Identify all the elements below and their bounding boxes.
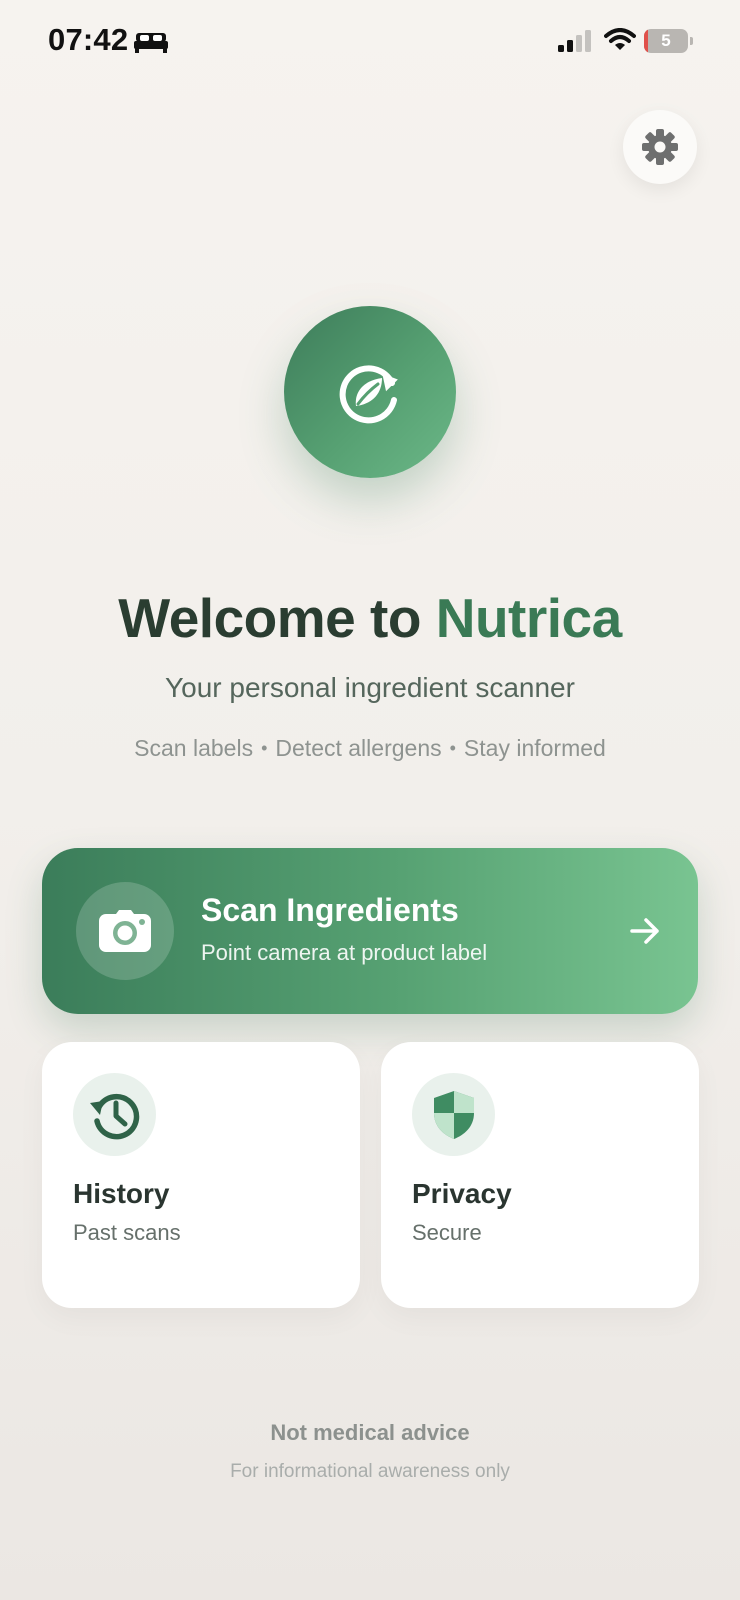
title-prefix: Welcome to [118, 587, 436, 649]
settings-button[interactable] [623, 110, 697, 184]
battery-icon: 5 [644, 29, 694, 53]
history-title: History [73, 1178, 170, 1209]
feature-item: Detect allergens [275, 735, 442, 761]
battery-nub [690, 37, 693, 45]
privacy-title: Privacy [412, 1178, 512, 1209]
privacy-subtitle: Secure [412, 1220, 482, 1245]
cellular-signal-icon [558, 30, 591, 52]
camera-icon [99, 910, 151, 952]
status-bar: 07:42 5 [0, 0, 740, 84]
history-subtitle: Past scans [73, 1220, 181, 1245]
arrow-right-icon [630, 918, 659, 944]
scan-card-subtitle: Point camera at product label [201, 940, 488, 965]
history-icon-badge [73, 1073, 156, 1156]
leaf-refresh-icon [339, 365, 398, 424]
bed-icon [134, 33, 168, 53]
feature-item: Scan labels [134, 735, 254, 761]
battery-percent: 5 [661, 31, 671, 50]
shield-icon [433, 1090, 474, 1139]
privacy-icon-badge [412, 1073, 495, 1156]
status-time: 07:42 [48, 22, 129, 57]
scan-icon-badge [76, 882, 174, 980]
title-brand-name: Nutrica [435, 587, 623, 649]
gear-icon [642, 129, 678, 165]
page-subtitle: Your personal ingredient scanner [165, 672, 575, 703]
disclaimer-note: For informational awareness only [230, 1461, 510, 1482]
separator-dot: • [261, 738, 268, 758]
privacy-card[interactable]: Privacy Secure [381, 1042, 699, 1308]
app-logo [284, 306, 456, 478]
scan-card-title: Scan Ingredients [201, 892, 459, 928]
feature-list: Scan labels • Detect allergens • Stay inform… [0, 735, 740, 762]
scan-ingredients-button[interactable]: Scan Ingredients Point camera at product… [42, 848, 698, 1014]
history-card[interactable]: History Past scans [42, 1042, 360, 1308]
history-icon [89, 1093, 139, 1139]
battery-body: 5 [644, 29, 688, 53]
page-title: Welcome to Nutrica [0, 585, 740, 651]
feature-item: Stay informed [463, 735, 606, 761]
disclaimer-text: Not medical advice [270, 1420, 470, 1445]
wifi-icon [604, 28, 636, 50]
separator-dot: • [449, 738, 456, 758]
